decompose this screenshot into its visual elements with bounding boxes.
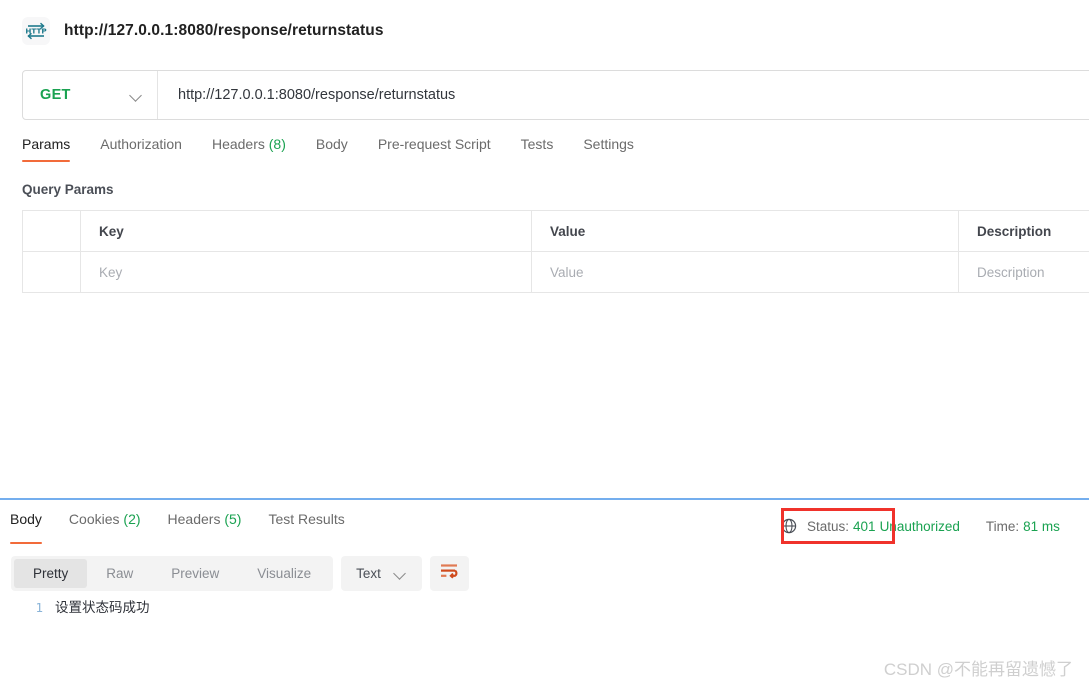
tab-tests[interactable]: Tests [521, 136, 554, 161]
watermark: CSDN @不能再留遗憾了 [883, 660, 1073, 679]
response-tab-test-results[interactable]: Test Results [268, 511, 344, 543]
tab-pre-request-script-label: Pre-request Script [377, 136, 491, 152]
response-tab-headers-label: Headers [167, 511, 221, 527]
request-tabs: Params Authorization Headers (8) Body Pr… [22, 136, 664, 168]
tab-authorization-label: Authorization [100, 136, 182, 152]
table-header-row: Key Value Description [23, 211, 1089, 252]
tab-params-label: Params [22, 136, 71, 152]
postman-window: HTTP http://127.0.0.1:8080/response/retu… [0, 0, 1089, 690]
url-input[interactable]: http://127.0.0.1:8080/response/returnsta… [158, 71, 1089, 119]
titlebar: HTTP http://127.0.0.1:8080/response/retu… [0, 0, 1089, 61]
key-input[interactable]: Key [81, 252, 532, 292]
page-title: http://127.0.0.1:8080/response/returnsta… [64, 21, 384, 39]
format-selector[interactable]: Text [341, 556, 422, 591]
response-body-toolbar: Pretty Raw Preview Visualize Text [11, 556, 469, 591]
chevron-down-icon [130, 89, 143, 102]
tab-headers-count: (8) [268, 136, 286, 152]
status-code: 401 [853, 518, 876, 534]
header-cell-checkbox [23, 211, 81, 251]
status-label: Status: [807, 518, 850, 534]
tab-headers-label: Headers [211, 136, 265, 152]
format-label: Text [356, 566, 381, 581]
response-body-line: 设置状态码成功 [55, 600, 150, 616]
tab-body-label: Body [315, 136, 348, 152]
header-cell-description: Description [977, 223, 1052, 239]
tab-settings[interactable]: Settings [583, 136, 634, 161]
query-params-table: Key Value Description Key Value Descript… [22, 210, 1089, 293]
description-input[interactable]: Description [959, 252, 1089, 292]
view-mode-group: Pretty Raw Preview Visualize [11, 556, 334, 591]
line-number: 1 [35, 600, 43, 615]
response-tab-cookies-count: (2) [123, 511, 141, 527]
http-protocol-icon: HTTP [22, 16, 50, 45]
response-status-bar: Status: 401 Unauthorized Time: 81 ms [781, 514, 1060, 538]
pane-splitter[interactable] [0, 498, 1089, 500]
value-input[interactable]: Value [532, 252, 959, 292]
query-params-title: Query Params [22, 182, 114, 197]
chevron-down-icon [394, 567, 407, 580]
response-tab-headers[interactable]: Headers (5) [168, 511, 242, 543]
response-tab-test-results-label: Test Results [268, 511, 345, 527]
header-cell-value: Value [532, 211, 959, 251]
status-text: Unauthorized [879, 518, 960, 534]
url-bar: GET http://127.0.0.1:8080/response/retur… [22, 70, 1089, 120]
view-mode-pretty[interactable]: Pretty [14, 559, 88, 588]
row-checkbox[interactable] [23, 252, 81, 292]
response-tabs: Body Cookies (2) Headers (5) Test Result… [10, 511, 372, 544]
time-label: Time: [985, 518, 1020, 534]
view-mode-visualize[interactable]: Visualize [238, 559, 330, 588]
tab-settings-label: Settings [583, 136, 634, 152]
view-mode-raw[interactable]: Raw [87, 559, 152, 588]
response-tab-cookies[interactable]: Cookies (2) [69, 511, 141, 543]
tab-body[interactable]: Body [316, 136, 348, 161]
globe-icon [781, 518, 797, 534]
tab-params[interactable]: Params [22, 136, 71, 162]
tab-authorization[interactable]: Authorization [100, 136, 182, 161]
table-row[interactable]: Key Value Description [23, 252, 1089, 293]
time-value: 81 ms [1023, 518, 1060, 534]
tab-pre-request-script[interactable]: Pre-request Script [378, 136, 491, 161]
http-method-label: GET [40, 87, 71, 103]
response-tab-body-label: Body [10, 511, 42, 527]
response-body-content[interactable]: 1 设置状态码成功 [11, 598, 1071, 648]
response-tab-body[interactable]: Body [10, 511, 42, 544]
http-method-selector[interactable]: GET [23, 71, 158, 119]
response-tab-cookies-label: Cookies [68, 511, 120, 527]
header-cell-key: Key [81, 211, 532, 251]
tab-tests-label: Tests [520, 136, 554, 152]
word-wrap-button[interactable] [429, 556, 469, 591]
tab-headers[interactable]: Headers (8) [212, 136, 286, 161]
word-wrap-icon [439, 562, 459, 585]
response-tab-headers-count: (5) [224, 511, 242, 527]
svg-text:HTTP: HTTP [25, 26, 46, 35]
view-mode-preview[interactable]: Preview [152, 559, 238, 588]
